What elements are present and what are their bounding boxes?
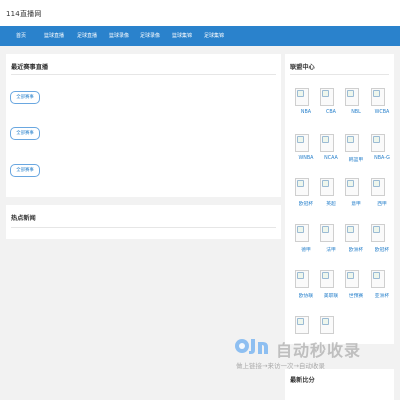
league-logo-icon: [345, 88, 359, 106]
league-center-title: 联盟中心: [290, 64, 315, 71]
nav-item-football-live[interactable]: 足球直播: [77, 32, 97, 39]
top-bar: 114直播网: [0, 0, 400, 26]
league-logo-icon: [295, 134, 309, 152]
divider: [11, 74, 276, 75]
filter-all-events-button[interactable]: 全部赛事: [10, 164, 40, 177]
league-logo-icon: [320, 224, 334, 242]
league-item[interactable]: 欧冠杯: [370, 224, 394, 258]
league-logo-icon: [320, 134, 334, 152]
nav-item-football-replay[interactable]: 足球录像: [140, 32, 160, 39]
league-item[interactable]: WNBA: [294, 134, 318, 168]
league-item[interactable]: 欧洲杯: [344, 224, 368, 258]
site-title[interactable]: 114直播网: [6, 9, 42, 19]
nav-item-home[interactable]: 首页: [16, 32, 26, 39]
league-logo-icon: [295, 224, 309, 242]
league-logo-icon: [345, 270, 359, 288]
league-item[interactable]: 亚洲杯: [370, 270, 394, 304]
league-item[interactable]: 意甲: [344, 178, 368, 212]
league-item[interactable]: 西甲: [370, 178, 394, 212]
league-item[interactable]: 韩篮甲: [344, 134, 368, 168]
divider: [11, 227, 276, 228]
league-item[interactable]: CBA: [319, 88, 343, 122]
hot-news-title: 热点新闻: [11, 215, 36, 222]
league-logo-icon: [345, 224, 359, 242]
league-logo-icon: [320, 178, 334, 196]
league-item-label: 亚洲杯: [374, 294, 390, 299]
league-item-label: NBA-G: [374, 156, 390, 161]
nav-item-football-highlights[interactable]: 足球集锦: [204, 32, 224, 39]
league-logo-icon: [371, 224, 385, 242]
league-center-panel: 联盟中心 NBA CBA NBL WCBA WNBA NCAA 韩篮甲 NBA-G 欧冠杯 英超意…: [285, 54, 394, 344]
league-logo-icon: [371, 134, 385, 152]
watermark-logo-icon: [235, 339, 268, 354]
league-logo-icon: [320, 270, 334, 288]
league-item[interactable]: WCBA: [370, 88, 394, 122]
league-item[interactable]: NBL: [344, 88, 368, 122]
filter-all-events-button[interactable]: 全部赛事: [10, 127, 40, 140]
nav-item-basketball-live[interactable]: 篮球直播: [44, 32, 64, 39]
league-logo-icon: [295, 88, 309, 106]
recent-matches-title: 最近赛事直播: [11, 64, 49, 71]
watermark-subtitle: 做上链接→来访一次→自动收录: [236, 362, 325, 370]
nav-item-basketball-highlights[interactable]: 篮球集锦: [172, 32, 192, 39]
main-nav: 首页 篮球直播 足球直播 篮球录像 足球录像 篮球集锦 足球集锦: [0, 26, 400, 46]
recent-matches-panel: 最近赛事直播 全部赛事 全部赛事 全部赛事: [6, 54, 281, 197]
watermark: 自动秒收录 做上链接→来访一次→自动收录: [226, 332, 394, 378]
league-item-label: WCBA: [374, 110, 390, 115]
league-logo-icon: [371, 178, 385, 196]
league-logo-icon: [295, 178, 309, 196]
league-logo-icon: [345, 178, 359, 196]
nav-item-basketball-replay[interactable]: 篮球录像: [109, 32, 129, 39]
league-item[interactable]: NBA-G: [370, 134, 394, 168]
divider: [290, 74, 389, 75]
filter-all-events-button[interactable]: 全部赛事: [10, 91, 40, 104]
league-item[interactable]: 世预赛: [344, 270, 368, 304]
watermark-title: 自动秒收录: [276, 341, 362, 360]
league-logo-icon: [295, 270, 309, 288]
league-item[interactable]: NBA: [294, 88, 318, 122]
league-item-label: 西甲: [377, 202, 387, 207]
league-logo-icon: [320, 88, 334, 106]
hot-news-panel: 热点新闻: [6, 205, 281, 239]
league-logo-icon: [371, 270, 385, 288]
league-logo-icon: [371, 88, 385, 106]
league-logo-icon: [345, 134, 359, 152]
league-item-label: 欧冠杯: [374, 248, 390, 253]
